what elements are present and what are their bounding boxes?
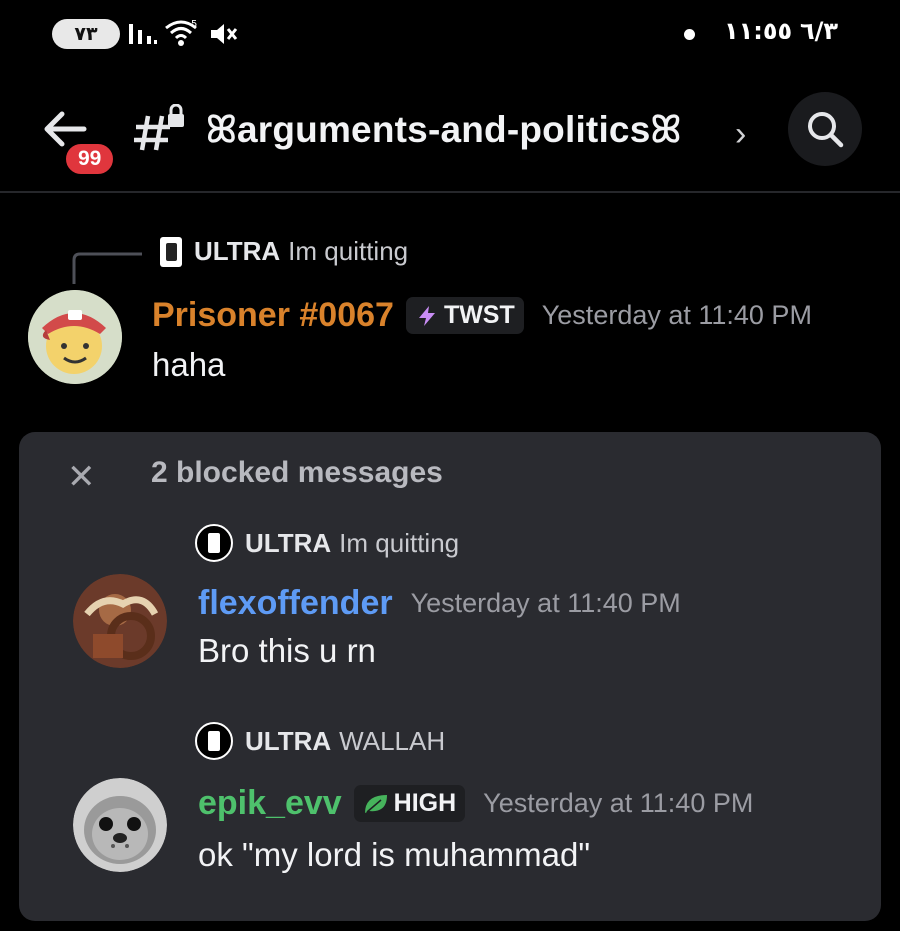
mute-icon bbox=[211, 24, 238, 44]
reply-preview[interactable]: ULTRA WALLAH bbox=[195, 722, 445, 760]
message-body: Bro this u rn bbox=[198, 632, 376, 669]
status-bar: ٧٣ 5 ١١:٥٥ ٦/٣ bbox=[0, 0, 900, 75]
unread-badge: 99 bbox=[63, 141, 117, 177]
seal-avatar-icon bbox=[73, 778, 167, 872]
server-tag[interactable]: HIGH bbox=[353, 785, 466, 822]
battery-indicator: ٧٣ bbox=[52, 19, 120, 49]
blocked-messages-card: ✕ 2 blocked messages ULTRA Im quitting f… bbox=[19, 432, 881, 921]
message-body: ok "my lord is muhammad" bbox=[198, 836, 591, 873]
battery-level: ٧٣ bbox=[74, 23, 98, 45]
locked-channel-hash-icon bbox=[134, 104, 184, 151]
collapse-close-icon[interactable]: ✕ bbox=[67, 460, 96, 494]
leaf-icon bbox=[364, 794, 387, 813]
avatar[interactable] bbox=[28, 290, 122, 384]
reply-preview[interactable]: ULTRA Im quitting bbox=[160, 236, 408, 267]
reply-preview[interactable]: ULTRA Im quitting bbox=[195, 524, 459, 562]
phone-avatar-icon bbox=[160, 236, 182, 267]
server-tag-label: HIGH bbox=[393, 789, 457, 817]
avatar[interactable] bbox=[73, 778, 167, 872]
reply-author: ULTRA bbox=[245, 725, 332, 756]
message-author[interactable]: epik_evv bbox=[198, 784, 342, 823]
message-timestamp: Yesterday at 11:40 PM bbox=[541, 300, 812, 330]
message-timestamp: Yesterday at 11:40 PM bbox=[483, 788, 754, 818]
message-author[interactable]: Prisoner #0067 bbox=[152, 296, 394, 335]
message-author[interactable]: flexoffender bbox=[198, 584, 393, 623]
chevron-right-icon[interactable]: › bbox=[735, 115, 746, 154]
signal-icon bbox=[129, 24, 157, 44]
message-header: Prisoner #0067 TWST Yesterday at 11:40 P… bbox=[152, 296, 812, 335]
wifi-icon: 5 bbox=[165, 19, 197, 46]
reply-text: WALLAH bbox=[339, 725, 446, 756]
reply-text: Im quitting bbox=[339, 527, 460, 558]
clock: ١١:٥٥ bbox=[724, 17, 793, 45]
reply-author: ULTRA bbox=[194, 236, 281, 266]
reply-text: Im quitting bbox=[288, 236, 409, 266]
avatar[interactable] bbox=[73, 574, 167, 668]
channel-name[interactable]: ꕤarguments-and-politicsꕤ bbox=[206, 109, 681, 152]
svg-text:5: 5 bbox=[191, 19, 197, 30]
message-header: epik_evv HIGH Yesterday at 11:40 PM bbox=[198, 784, 753, 823]
server-tag-label: TWST bbox=[443, 301, 515, 329]
search-icon bbox=[808, 112, 844, 148]
date: ٦/٣ bbox=[800, 17, 839, 45]
message-timestamp: Yesterday at 11:40 PM bbox=[410, 588, 681, 618]
blocked-messages-label[interactable]: 2 blocked messages bbox=[151, 456, 443, 490]
lightning-icon bbox=[418, 305, 435, 326]
notification-dot bbox=[684, 29, 695, 40]
channel-header: 99 ꕤarguments-and-politicsꕤ › bbox=[0, 75, 900, 193]
reply-author: ULTRA bbox=[245, 527, 332, 558]
message-body: haha bbox=[152, 346, 226, 383]
message-header: flexoffender Yesterday at 11:40 PM bbox=[198, 584, 681, 623]
server-tag[interactable]: TWST bbox=[405, 297, 524, 334]
phone-avatar-icon bbox=[195, 722, 233, 760]
photo-avatar-icon bbox=[73, 574, 167, 668]
cap-face-avatar-icon bbox=[28, 290, 122, 384]
reply-connector bbox=[72, 252, 142, 284]
phone-avatar-icon bbox=[195, 524, 233, 562]
search-button[interactable] bbox=[788, 92, 862, 166]
